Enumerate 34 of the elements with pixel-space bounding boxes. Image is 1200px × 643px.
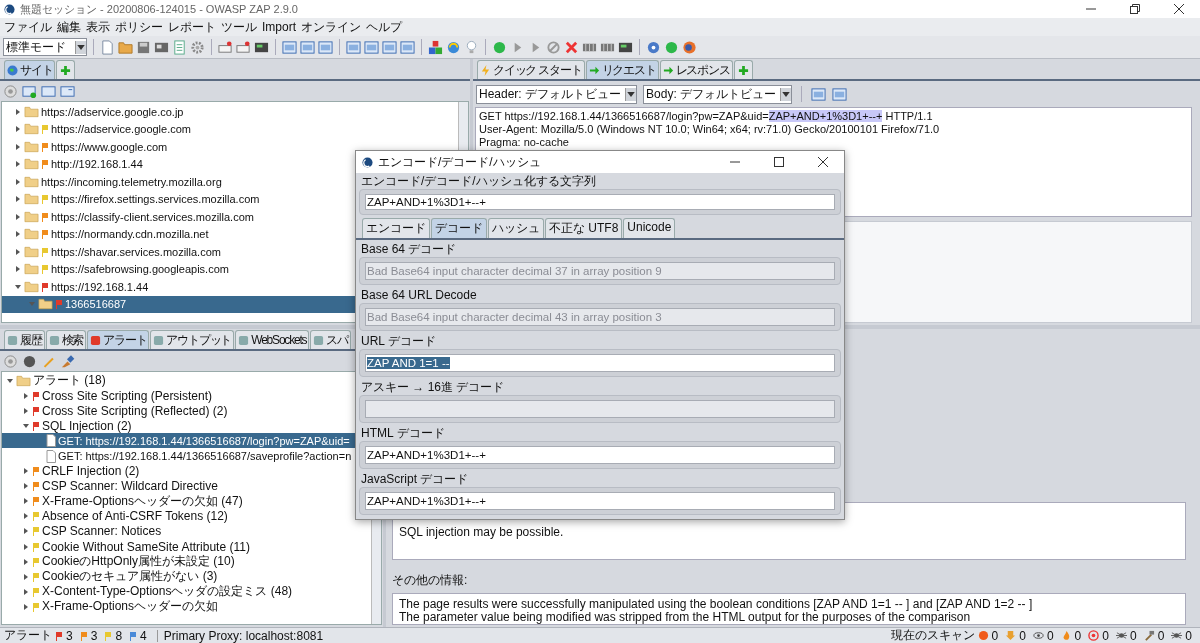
other-info-text: The parameter value being modified was stripped from the HTML output for the purposes of the comparison <box>399 611 972 624</box>
alert-count: 3 <box>66 628 73 643</box>
scan-count: 0 <box>1102 628 1109 643</box>
scan-count: 0 <box>1185 628 1192 643</box>
window-title: 無題セッション - 20200806-124015 - OWASP ZAP 2.9.0 <box>20 1 299 17</box>
request-line-text: User-Agent: Mozilla/5.0 (Windows NT 10.0; Win64; x64; rv:71.0) Gecko/20100101 Firefox/71.0 <box>479 123 940 135</box>
proxy-status: Primary Proxy: localhost:8081 <box>163 628 324 643</box>
highlighted-text: ZAP+AND+1%3D1+--+ <box>768 110 883 122</box>
field-label: URL デコード <box>360 334 437 349</box>
scan-count: 0 <box>1019 628 1026 643</box>
alerts-label: アラート <box>4 627 52 643</box>
scan-label: 現在のスキャン <box>890 627 975 643</box>
field-label: アスキー → 16進 デコード <box>360 380 506 395</box>
description-text: SQL injection may be possible. <box>399 525 564 539</box>
selected-text: ZAP AND 1=1 -- <box>367 357 450 369</box>
alert-count: 8 <box>115 628 123 643</box>
request-line-text: GET https://192.168.1.44/1366516687/login?pw=ZAP&uid= <box>479 110 769 122</box>
field-value: ZAP+AND+1%3D1+--+ <box>367 449 486 461</box>
request-line-text: Pragma: no-cache <box>479 136 569 148</box>
field-value: ZAP+AND+1%3D1+--+ <box>367 495 486 507</box>
other-info-text: The page results were successfully manipulated using the boolean conditions [ZAP AND 1=1 -- ] and [ZAP AND 1=2 -- ] <box>399 598 1034 611</box>
other-info-label: その他の情報: <box>392 572 469 589</box>
alert-count: 3 <box>90 628 98 643</box>
request-line-text: HTTP/1.1 <box>884 110 933 122</box>
scan-count: 0 <box>1129 628 1137 643</box>
alert-count: 4 <box>140 628 147 643</box>
scan-count: 0 <box>1046 628 1054 643</box>
field-label: JavaScript デコード <box>360 472 470 487</box>
scan-count: 0 <box>1074 628 1082 643</box>
dialog-title: エンコード/デコード/ハッシュ <box>378 153 542 171</box>
scan-count: 0 <box>1157 628 1165 643</box>
scan-count: 0 <box>991 628 999 643</box>
field-label: エンコード/デコード/ハッシュ化する文字列 <box>360 174 597 189</box>
field-label: Base 64 デコード <box>360 242 458 257</box>
